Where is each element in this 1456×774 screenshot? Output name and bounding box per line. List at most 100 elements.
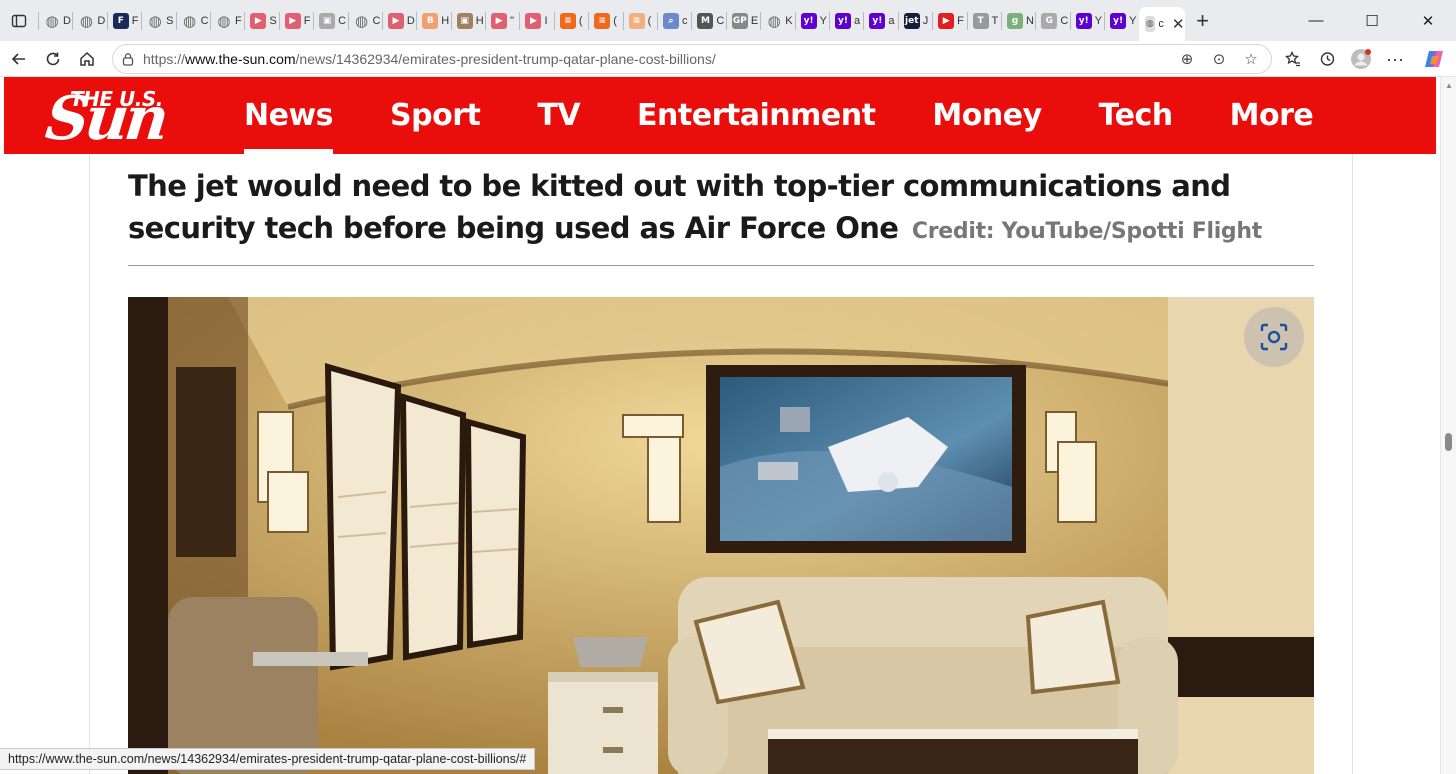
favorites-icon: [1285, 51, 1300, 67]
tab-list: ◍ D ◍ D F F ◍ S ◍ C ◍ F ▶ S ▶ F ▣ C ◍ C ▶ D B H ▣ H ▶ " ▶ I ≡(≡(≡(⌕ c M C…: [38, 0, 1139, 41]
nav-item-entertainment[interactable]: Entertainment: [637, 77, 876, 154]
tab-title: Y: [819, 14, 827, 27]
refresh-icon: [46, 52, 60, 65]
browser-tab[interactable]: gN: [1000, 0, 1035, 41]
jet-cabin-image: [128, 297, 1314, 774]
scroll-up-icon[interactable]: ▲: [1445, 81, 1453, 90]
visual-search-button[interactable]: [1244, 307, 1304, 367]
browser-tab[interactable]: BH: [416, 0, 450, 41]
tab-title: F: [957, 14, 964, 27]
nav-item-sport[interactable]: Sport: [390, 77, 481, 154]
browser-tab[interactable]: ▣ H: [450, 0, 485, 41]
browser-tab[interactable]: ◍ F: [209, 0, 244, 41]
image-icon: ▣: [456, 12, 473, 29]
browser-tab[interactable]: ◍ S: [141, 0, 175, 41]
browser-tab[interactable]: ≡(: [588, 0, 622, 41]
nav-item-more[interactable]: More: [1230, 77, 1314, 154]
browser-tab[interactable]: ◍ C: [175, 0, 210, 41]
nav-menu: News Sport TV Entertainment Money Tech More: [244, 77, 1370, 154]
minimize-button[interactable]: —: [1288, 0, 1344, 41]
browser-tab[interactable]: y! a: [863, 0, 897, 41]
browser-tab[interactable]: GP E: [725, 0, 760, 41]
tab-title: C: [200, 14, 209, 27]
refresh-button[interactable]: [36, 43, 70, 75]
home-button[interactable]: [70, 43, 104, 75]
yahoo-icon: y!: [834, 12, 851, 29]
tab-title: (: [578, 14, 583, 27]
jet-icon: jet: [903, 12, 920, 29]
browser-tab[interactable]: y! Y: [1104, 0, 1138, 41]
browser-tab[interactable]: y! a: [828, 0, 863, 41]
tab-title: H: [475, 14, 484, 27]
back-arrow-icon: [11, 52, 25, 65]
tab-title: C: [1060, 14, 1069, 27]
browser-tab[interactable]: y! Y: [794, 0, 829, 41]
the-sun-logo[interactable]: THE U.S. Sun: [4, 77, 234, 154]
tab-title: (: [613, 14, 617, 27]
browser-tab[interactable]: ▶ F: [932, 0, 966, 41]
substack-icon: ≡: [594, 12, 611, 29]
avatar-icon: [1351, 49, 1371, 69]
tab-title: c: [1158, 18, 1164, 30]
close-window-button[interactable]: ✕: [1400, 0, 1456, 41]
nav-item-money[interactable]: Money: [932, 77, 1042, 154]
more-tools-icon[interactable]: ⊙: [1203, 50, 1235, 68]
favorite-star-icon[interactable]: ☆: [1235, 50, 1267, 68]
nav-item-tech[interactable]: Tech: [1099, 77, 1173, 154]
browser-tab[interactable]: TT: [966, 0, 1001, 41]
url-scheme: https://: [143, 51, 186, 67]
browser-tab[interactable]: ◍ K: [760, 0, 794, 41]
scrollbar-thumb[interactable]: [1445, 433, 1452, 451]
nav-item-tv[interactable]: TV: [537, 77, 580, 154]
lock-icon[interactable]: [113, 52, 143, 66]
url-text[interactable]: https://www.the-sun.com/news/14362934/em…: [143, 51, 716, 67]
new-tab-button[interactable]: +: [1185, 0, 1221, 41]
browser-tab[interactable]: ▶ D: [381, 0, 416, 41]
tab-actions-icon: [11, 14, 27, 27]
browser-tab[interactable]: ≡(: [553, 0, 588, 41]
profile-button[interactable]: [1344, 43, 1378, 75]
browser-tab[interactable]: y! Y: [1069, 0, 1104, 41]
tab-title: a: [853, 14, 861, 27]
browser-tab[interactable]: ▶ I: [519, 0, 553, 41]
address-bar[interactable]: https://www.the-sun.com/news/14362934/em…: [112, 44, 1272, 74]
history-button[interactable]: [1310, 43, 1344, 75]
browser-tab[interactable]: ◍ D: [72, 0, 106, 41]
favorites-button[interactable]: [1276, 43, 1310, 75]
nav-item-news[interactable]: News: [244, 77, 334, 154]
browser-tab[interactable]: jet J: [897, 0, 932, 41]
tab-title: S: [166, 14, 174, 27]
yahoo-icon: y!: [800, 12, 817, 29]
yahoo-icon: y!: [869, 12, 886, 29]
maximize-button[interactable]: ☐: [1344, 0, 1400, 41]
zoom-icon[interactable]: ⊕: [1171, 50, 1203, 68]
visual-search-icon: [1260, 323, 1288, 351]
browser-tab[interactable]: FF: [106, 0, 141, 41]
article-photo[interactable]: [128, 297, 1314, 774]
browser-tab[interactable]: ▶ S: [244, 0, 278, 41]
browser-tab[interactable]: ◍ D: [38, 0, 72, 41]
browser-tab[interactable]: ⌕ c: [657, 0, 691, 41]
browser-tab[interactable]: ▶ ": [485, 0, 519, 41]
youtube-icon: ▶: [938, 12, 955, 29]
browser-tab[interactable]: MC: [691, 0, 725, 41]
tab-title: F: [131, 14, 139, 27]
browser-tab[interactable]: ▶ F: [278, 0, 313, 41]
browser-tab[interactable]: ◍ C: [347, 0, 382, 41]
image-icon: ▣: [319, 12, 336, 29]
tab-actions-button[interactable]: [0, 0, 38, 41]
caption-divider: [128, 265, 1314, 266]
tab-title: T: [991, 14, 999, 27]
tab-title: E: [750, 14, 759, 27]
tab-title: S: [269, 14, 277, 27]
back-button[interactable]: [2, 43, 36, 75]
browser-tab[interactable]: ▣ C: [313, 0, 347, 41]
close-tab-icon[interactable]: ✕: [1172, 15, 1185, 33]
copilot-button[interactable]: [1412, 43, 1456, 75]
browser-tab[interactable]: ≡(: [622, 0, 657, 41]
vertical-scrollbar[interactable]: ▲: [1440, 77, 1456, 774]
tab-active[interactable]: ◍ c ✕: [1138, 7, 1185, 41]
settings-menu-button[interactable]: ···: [1378, 43, 1412, 75]
browser-tab[interactable]: GC: [1035, 0, 1069, 41]
google-icon: G: [1041, 12, 1058, 29]
